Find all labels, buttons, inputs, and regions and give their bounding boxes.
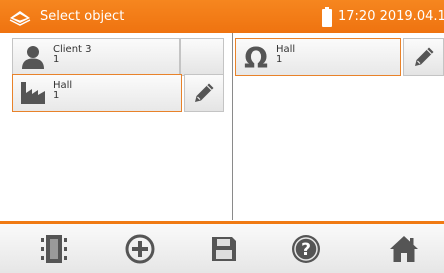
battery-icon <box>322 7 332 27</box>
pencil-icon <box>414 47 433 66</box>
list-item-hall-left[interactable]: Hall 1 <box>12 74 182 112</box>
clock: 17:20 2019.04.10 <box>338 9 444 24</box>
object-browser: Client 3 1 Hall 1 Ω Hall 1 <box>0 33 444 222</box>
app-logo-icon <box>9 11 31 26</box>
item-count: 1 <box>276 54 283 65</box>
edit-button[interactable] <box>184 74 224 112</box>
item-count: 1 <box>53 54 60 65</box>
memory-button[interactable] <box>24 224 84 273</box>
list-item-hall-right[interactable]: Ω Hall 1 <box>235 38 401 76</box>
add-icon <box>125 234 155 263</box>
memory-icon <box>41 234 67 263</box>
bottom-toolbar: ? <box>0 224 444 273</box>
home-button[interactable] <box>374 224 434 273</box>
svg-text:Ω: Ω <box>244 44 268 70</box>
factory-icon <box>21 82 45 104</box>
save-button[interactable] <box>194 224 254 273</box>
empty-slot-button <box>180 38 224 76</box>
svg-text:?: ? <box>301 240 311 260</box>
add-button[interactable] <box>110 224 170 273</box>
save-icon <box>212 236 236 261</box>
omega-icon: Ω <box>244 44 268 70</box>
list-item-client[interactable]: Client 3 1 <box>12 38 180 76</box>
page-title: Select object <box>40 9 125 24</box>
help-icon: ? <box>292 234 320 263</box>
edit-button-right[interactable] <box>403 38 444 76</box>
person-icon <box>22 46 44 69</box>
home-icon <box>390 235 418 262</box>
column-divider <box>232 33 233 220</box>
pencil-icon <box>195 83 214 102</box>
item-count: 1 <box>53 90 60 101</box>
help-button[interactable]: ? <box>276 224 336 273</box>
title-bar: Select object 17:20 2019.04.10 <box>0 0 444 33</box>
